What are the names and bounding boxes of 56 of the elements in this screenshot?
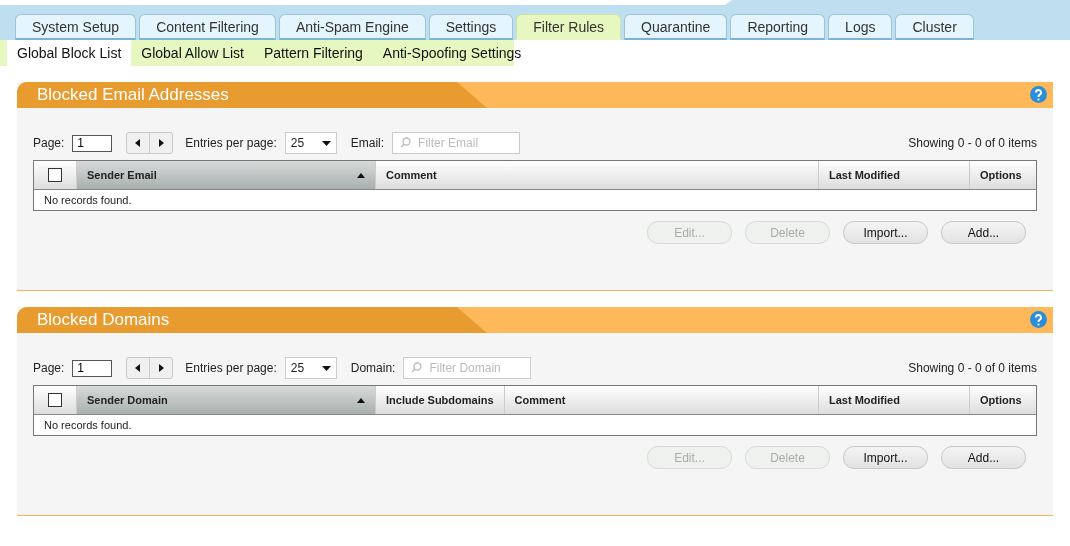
- column-header[interactable]: Include Subdomains: [375, 386, 504, 414]
- action-button[interactable]: Add...: [941, 446, 1026, 469]
- caret-icon: [321, 365, 331, 371]
- column-header[interactable]: Last Modified: [818, 161, 969, 189]
- page-label: Page:: [33, 136, 65, 150]
- sort-ascending-icon: [357, 172, 365, 178]
- subtab[interactable]: Pattern Filtering: [254, 40, 373, 66]
- subtab[interactable]: Global Allow List: [131, 40, 254, 66]
- filter-field[interactable]: Filter Email: [392, 132, 521, 154]
- nav-tab[interactable]: Cluster: [895, 14, 974, 40]
- pager-buttons[interactable]: [126, 132, 174, 154]
- entries-label: Entries per page:: [185, 136, 277, 150]
- column-header[interactable]: Comment: [375, 161, 818, 189]
- item-count: Showing 0 - 0 of 0 items: [908, 136, 1037, 150]
- subtab[interactable]: Anti-Spoofing Settings: [372, 40, 532, 66]
- subtab[interactable]: Global Block List: [7, 40, 132, 66]
- filter-label: Email:: [350, 136, 385, 150]
- sort-ascending-icon: [357, 397, 365, 403]
- page-field[interactable]: 1: [72, 134, 113, 152]
- item-count: Showing 0 - 0 of 0 items: [908, 361, 1037, 375]
- panel-title: Blocked Domains: [37, 310, 170, 330]
- pager-buttons[interactable]: [126, 357, 174, 379]
- action-button[interactable]: Import...: [843, 446, 928, 469]
- action-button[interactable]: Import...: [843, 221, 928, 244]
- nav-tab[interactable]: Quarantine: [624, 14, 728, 40]
- nav-tab[interactable]: Settings: [428, 14, 514, 40]
- empty-message: No records found.: [43, 418, 133, 433]
- page-field[interactable]: 1: [72, 359, 113, 377]
- filter-field[interactable]: Filter Domain: [403, 357, 532, 379]
- action-button[interactable]: Add...: [941, 221, 1026, 244]
- help-icon[interactable]: [1030, 86, 1047, 103]
- search-icon: [400, 137, 412, 148]
- entries-dropdown[interactable]: 25: [284, 357, 337, 379]
- column-header[interactable]: Options: [969, 161, 1036, 189]
- nav-tab[interactable]: Logs: [828, 14, 893, 40]
- column-header[interactable]: Last Modified: [818, 386, 969, 414]
- filter-label: Domain:: [350, 361, 396, 375]
- page-label: Page:: [33, 361, 65, 375]
- nav-tab[interactable]: Filter Rules: [516, 14, 622, 40]
- select-all-checkbox[interactable]: [48, 393, 62, 407]
- column-header[interactable]: Comment: [503, 386, 818, 414]
- nav-tab[interactable]: Anti-Spam Engine: [278, 14, 426, 40]
- column-header[interactable]: Sender Email: [76, 161, 375, 189]
- nav-tab[interactable]: System Setup: [15, 14, 137, 40]
- select-all-checkbox[interactable]: [48, 168, 62, 182]
- column-header[interactable]: Sender Domain: [76, 386, 375, 414]
- caret-icon: [321, 140, 331, 146]
- search-icon: [411, 362, 423, 373]
- column-header[interactable]: Options: [969, 386, 1036, 414]
- panel-title: Blocked Email Addresses: [37, 85, 229, 105]
- help-icon[interactable]: [1030, 311, 1047, 328]
- nav-tab[interactable]: Content Filtering: [139, 14, 276, 40]
- nav-tab[interactable]: Reporting: [730, 14, 826, 40]
- empty-message: No records found.: [43, 193, 133, 208]
- entries-dropdown[interactable]: 25: [284, 132, 337, 154]
- entries-label: Entries per page:: [185, 361, 277, 375]
